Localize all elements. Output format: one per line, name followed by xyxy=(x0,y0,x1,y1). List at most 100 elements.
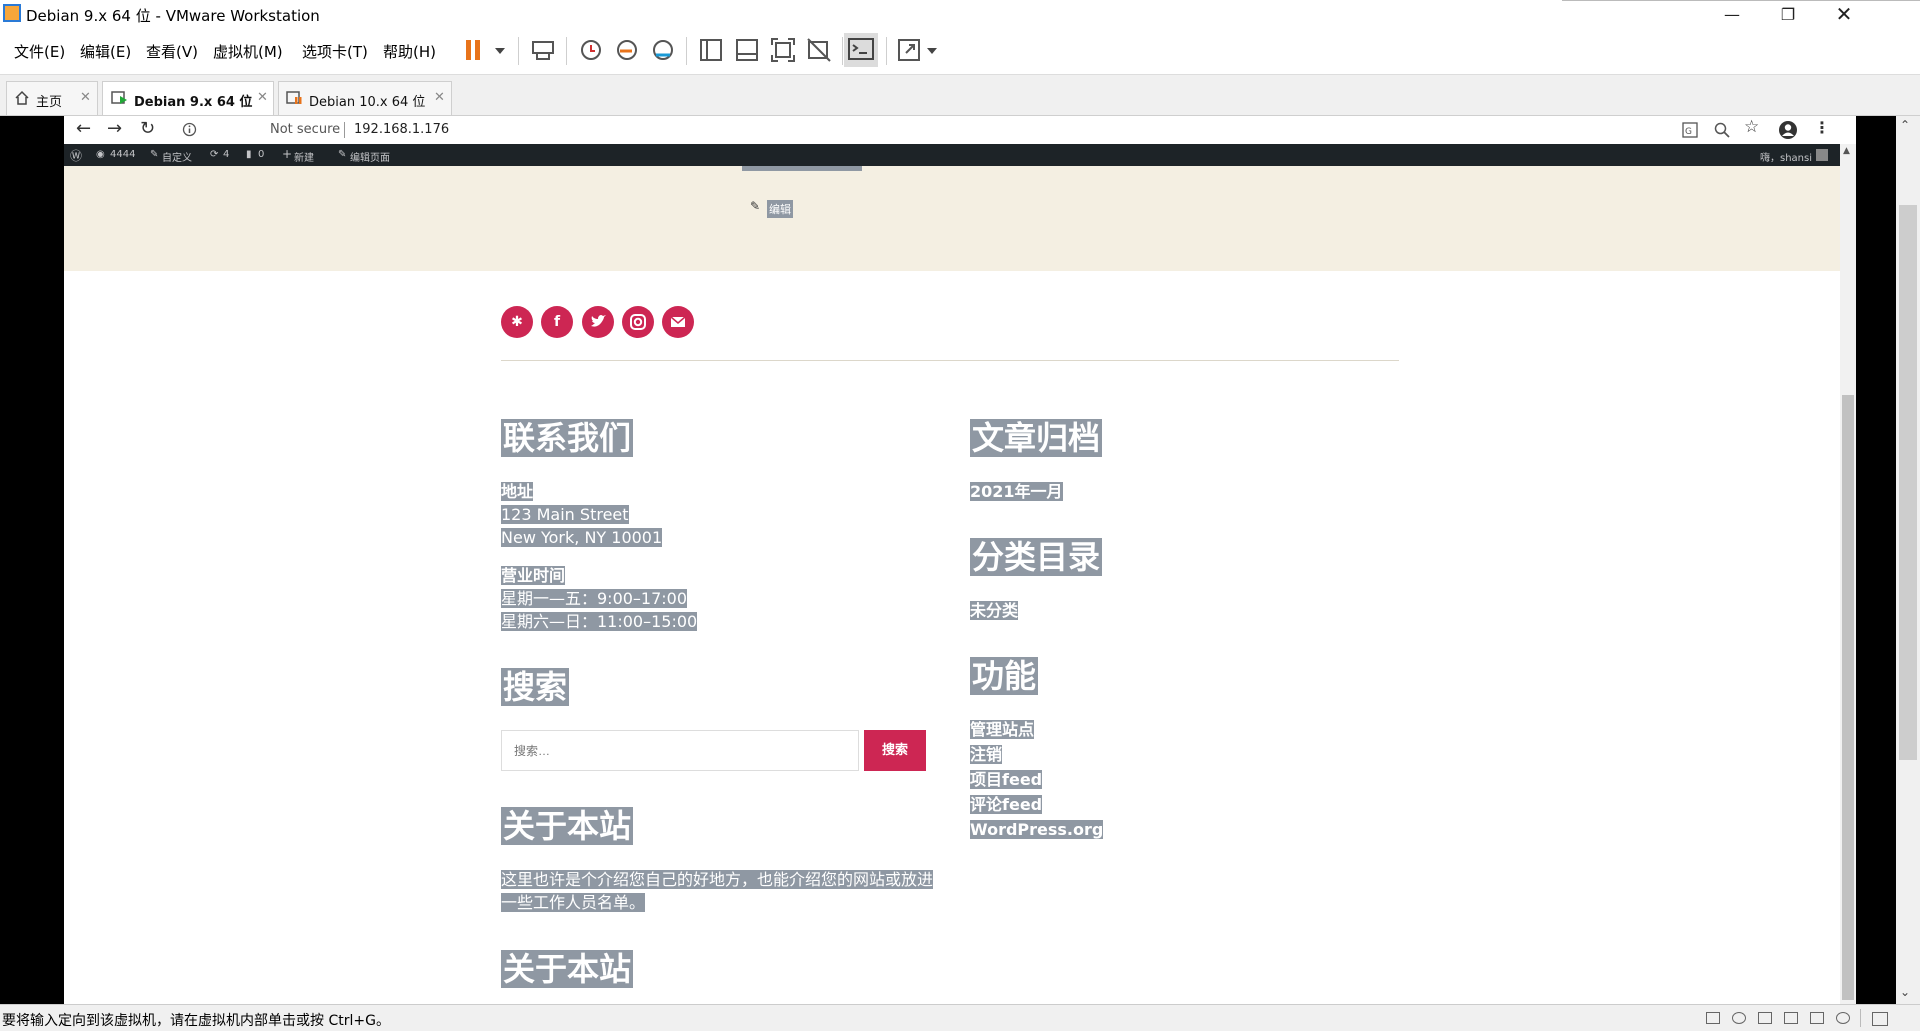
wordpress-logo-icon[interactable]: Ⓦ xyxy=(70,147,82,164)
tab-debian9[interactable]: Debian 9.x 64 位 ✕ xyxy=(102,81,274,115)
full-screen-icon[interactable] xyxy=(770,37,796,63)
tab-debian9-label: Debian 9.x 64 位 xyxy=(134,95,253,110)
menu-edit[interactable]: 编辑(E) xyxy=(80,41,131,62)
security-label[interactable]: Not secure xyxy=(270,122,340,137)
address-label: 地址 xyxy=(501,482,534,501)
hard-disk-icon[interactable] xyxy=(1706,1012,1720,1024)
printer-icon[interactable] xyxy=(1784,1012,1798,1024)
vm-running-icon xyxy=(111,90,129,110)
minimize-icon[interactable]: — xyxy=(1704,0,1760,29)
archive-link[interactable]: 2021年一月 xyxy=(970,480,1063,503)
message-log-icon[interactable] xyxy=(1872,1012,1888,1026)
twitter-icon[interactable] xyxy=(582,306,614,338)
facebook-icon[interactable]: f xyxy=(541,306,573,338)
wp-admin-bar: Ⓦ ◉ 4444 ✎ 自定义 ⟳ 4 ▮ 0 + 新建 ✎ 编辑页面 嗨，sha… xyxy=(64,144,1847,166)
menu-help[interactable]: 帮助(H) xyxy=(383,41,436,62)
stretch-guest-icon[interactable] xyxy=(896,37,922,63)
edit-link[interactable]: 编辑 xyxy=(767,200,793,218)
console-view-button[interactable] xyxy=(844,33,878,67)
new-link[interactable]: 新建 xyxy=(294,149,314,164)
stretch-dropdown-icon[interactable] xyxy=(926,45,938,60)
url-field[interactable]: 192.168.1.176 xyxy=(354,122,449,137)
back-icon[interactable]: ← xyxy=(76,118,91,139)
show-library-icon[interactable] xyxy=(698,37,724,63)
updates-count[interactable]: 4 xyxy=(223,149,229,160)
revert-snapshot-icon[interactable] xyxy=(614,37,640,63)
account-icon[interactable] xyxy=(1778,120,1798,144)
scroll-down-icon[interactable]: ⌄ xyxy=(1900,985,1910,999)
unity-icon[interactable] xyxy=(806,37,832,63)
about-text-line2: 一些工作人员名单。 xyxy=(501,893,646,912)
address-line2: New York, NY 10001 xyxy=(501,528,663,547)
yelp-icon[interactable]: ✱ xyxy=(501,306,533,338)
page-scrollbar-thumb[interactable] xyxy=(1842,395,1854,1000)
email-icon[interactable] xyxy=(662,306,694,338)
meta-link-entries-feed[interactable]: 项目feed xyxy=(970,768,1043,791)
info-icon[interactable] xyxy=(182,122,197,141)
meta-link-comments-feed[interactable]: 评论feed xyxy=(970,793,1043,816)
about-title: 关于本站 xyxy=(501,807,634,845)
send-ctrl-alt-del-icon[interactable] xyxy=(530,37,556,63)
pause-dropdown-icon[interactable] xyxy=(494,45,506,60)
statusbar-divider xyxy=(1860,1009,1861,1027)
category-link[interactable]: 未分类 xyxy=(970,599,1019,622)
instagram-icon[interactable] xyxy=(622,306,654,338)
chrome-menu-icon[interactable]: ⋮ xyxy=(1814,118,1830,137)
tab-home-label: 主页 xyxy=(36,95,63,110)
user-greeting[interactable]: 嗨，shansi xyxy=(1760,149,1812,164)
close-tab-icon[interactable]: ✕ xyxy=(257,90,268,105)
bookmark-star-icon[interactable]: ☆ xyxy=(1744,117,1759,137)
customize-link[interactable]: 自定义 xyxy=(162,149,192,164)
address-divider xyxy=(344,122,345,138)
snapshot-manager-icon[interactable] xyxy=(650,37,676,63)
site-name-icon: ◉ xyxy=(96,149,105,160)
meta-title: 功能 xyxy=(970,657,1039,695)
page-scroll-up-icon[interactable]: ▲ xyxy=(1843,146,1850,156)
meta-link-wordpress[interactable]: WordPress.org xyxy=(970,818,1104,841)
vm-paused-icon xyxy=(286,90,304,110)
comments-count[interactable]: 0 xyxy=(258,149,264,160)
meta-link-logout[interactable]: 注销 xyxy=(970,743,1003,766)
vmware-app-icon xyxy=(3,4,21,22)
window-titlebar: Debian 9.x 64 位 - VMware Workstation — ❐… xyxy=(0,0,1920,29)
menu-view[interactable]: 查看(V) xyxy=(146,41,198,62)
site-name[interactable]: 4444 xyxy=(110,149,135,160)
hours-line1: 星期一—五：9:00–17:00 xyxy=(501,589,688,608)
tab-debian10[interactable]: Debian 10.x 64 位 ✕ xyxy=(278,81,452,115)
vm-border-right xyxy=(1856,116,1896,1004)
edit-page-link[interactable]: 编辑页面 xyxy=(350,149,390,164)
categories-title: 分类目录 xyxy=(970,538,1103,576)
search-input[interactable] xyxy=(501,730,859,771)
vm-scrollbar-thumb[interactable] xyxy=(1899,205,1917,760)
hours-line2: 星期六—日：11:00–15:00 xyxy=(501,612,698,631)
search-button[interactable]: 搜索 xyxy=(864,730,926,771)
scroll-up-icon[interactable]: ⌃ xyxy=(1900,118,1910,132)
snapshot-icon[interactable] xyxy=(578,37,604,63)
translate-icon[interactable]: G xyxy=(1682,122,1698,142)
user-avatar[interactable] xyxy=(1816,149,1828,161)
menu-vm[interactable]: 虚拟机(M) xyxy=(213,41,283,62)
usb-icon[interactable] xyxy=(1836,1012,1850,1024)
status-message: 要将输入定向到该虚拟机，请在虚拟机内部单击或按 Ctrl+G。 xyxy=(2,1013,390,1029)
network-icon[interactable] xyxy=(1758,1012,1772,1024)
meta-link-admin[interactable]: 管理站点 xyxy=(970,718,1035,741)
browser-toolbar: ← → ↻ Not secure 192.168.1.176 G ☆ ⋮ xyxy=(64,116,1856,144)
cd-dvd-icon[interactable] xyxy=(1732,1012,1746,1024)
reload-icon[interactable]: ↻ xyxy=(140,118,155,139)
menu-tabs[interactable]: 选项卡(T) xyxy=(302,41,368,62)
close-icon[interactable]: ✕ xyxy=(1816,0,1872,29)
pause-icon[interactable] xyxy=(462,37,494,63)
toolbar-separator xyxy=(566,37,567,65)
tab-home[interactable]: 主页 ✕ xyxy=(6,81,98,115)
menu-file[interactable]: 文件(E) xyxy=(14,41,65,62)
close-tab-icon[interactable]: ✕ xyxy=(80,90,91,105)
sound-icon[interactable] xyxy=(1810,1012,1824,1024)
contact-title: 联系我们 xyxy=(501,419,634,457)
edit-icon[interactable]: ✎ xyxy=(750,199,760,213)
thumbnail-bar-icon[interactable] xyxy=(734,37,760,63)
close-tab-icon[interactable]: ✕ xyxy=(434,90,445,105)
menubar: 文件(E) 编辑(E) 查看(V) 虚拟机(M) 选项卡(T) 帮助(H) xyxy=(0,29,1920,75)
restore-icon[interactable]: ❐ xyxy=(1760,0,1816,29)
zoom-icon[interactable] xyxy=(1714,122,1730,142)
forward-icon[interactable]: → xyxy=(107,118,122,139)
